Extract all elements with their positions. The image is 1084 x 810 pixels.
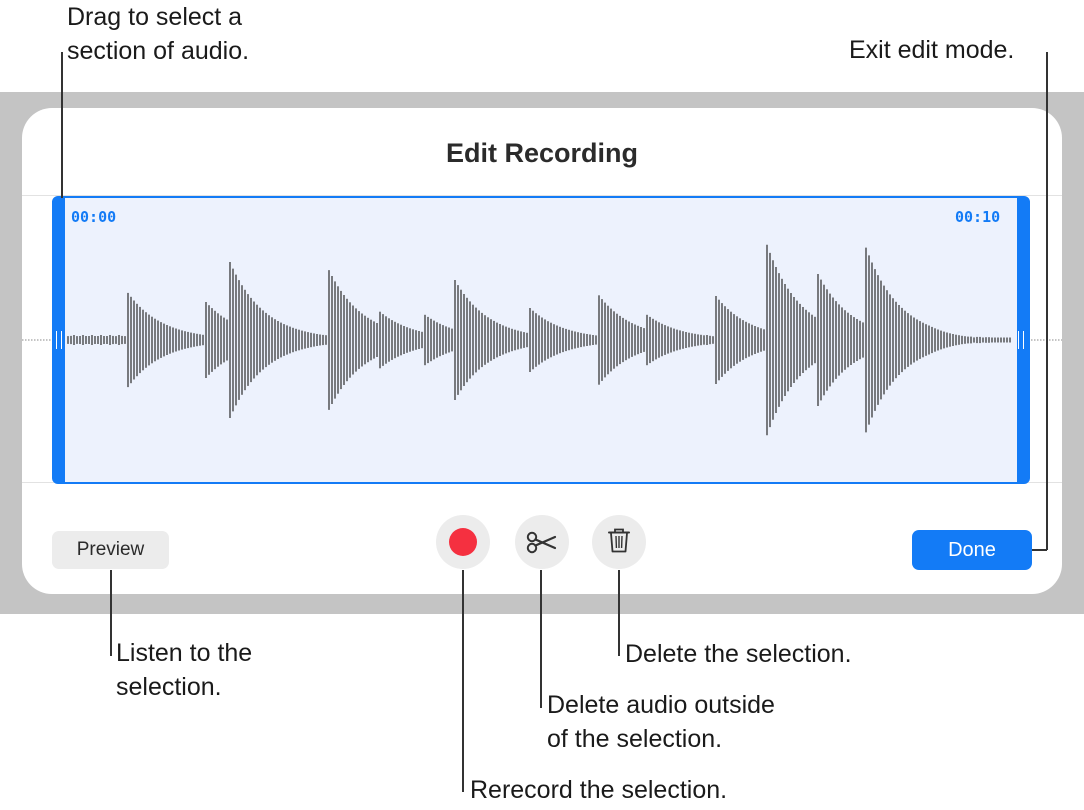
selection-handle-left[interactable] [56,331,62,349]
done-button[interactable]: Done [912,530,1032,570]
trash-icon [608,528,630,553]
callout-trim: Delete audio outside of the selection. [547,691,775,753]
leader-preview [110,570,112,656]
time-end-label: 00:10 [955,208,1001,226]
leader-delete [618,570,620,656]
callout-record: Rerecord the selection. [470,776,728,804]
selection-handle-right[interactable] [1018,331,1024,349]
leader-exit-vertical [1046,52,1048,550]
callout-exit: Exit edit mode. [849,36,1015,64]
delete-button[interactable] [592,515,646,569]
leader-select [61,52,63,198]
callout-select: Drag to select a section of audio. [67,3,250,65]
time-start-label: 00:00 [71,208,117,226]
callout-preview: Listen to the selection. [116,639,253,701]
preview-button[interactable]: Preview [52,531,169,569]
scissors-icon [526,531,557,554]
leader-exit-horizontal [1032,549,1047,551]
leader-trim [540,570,542,708]
leader-record [462,570,464,792]
record-icon [449,528,477,556]
record-button[interactable] [436,515,490,569]
callout-delete: Delete the selection. [625,640,852,668]
trim-button[interactable] [515,515,569,569]
